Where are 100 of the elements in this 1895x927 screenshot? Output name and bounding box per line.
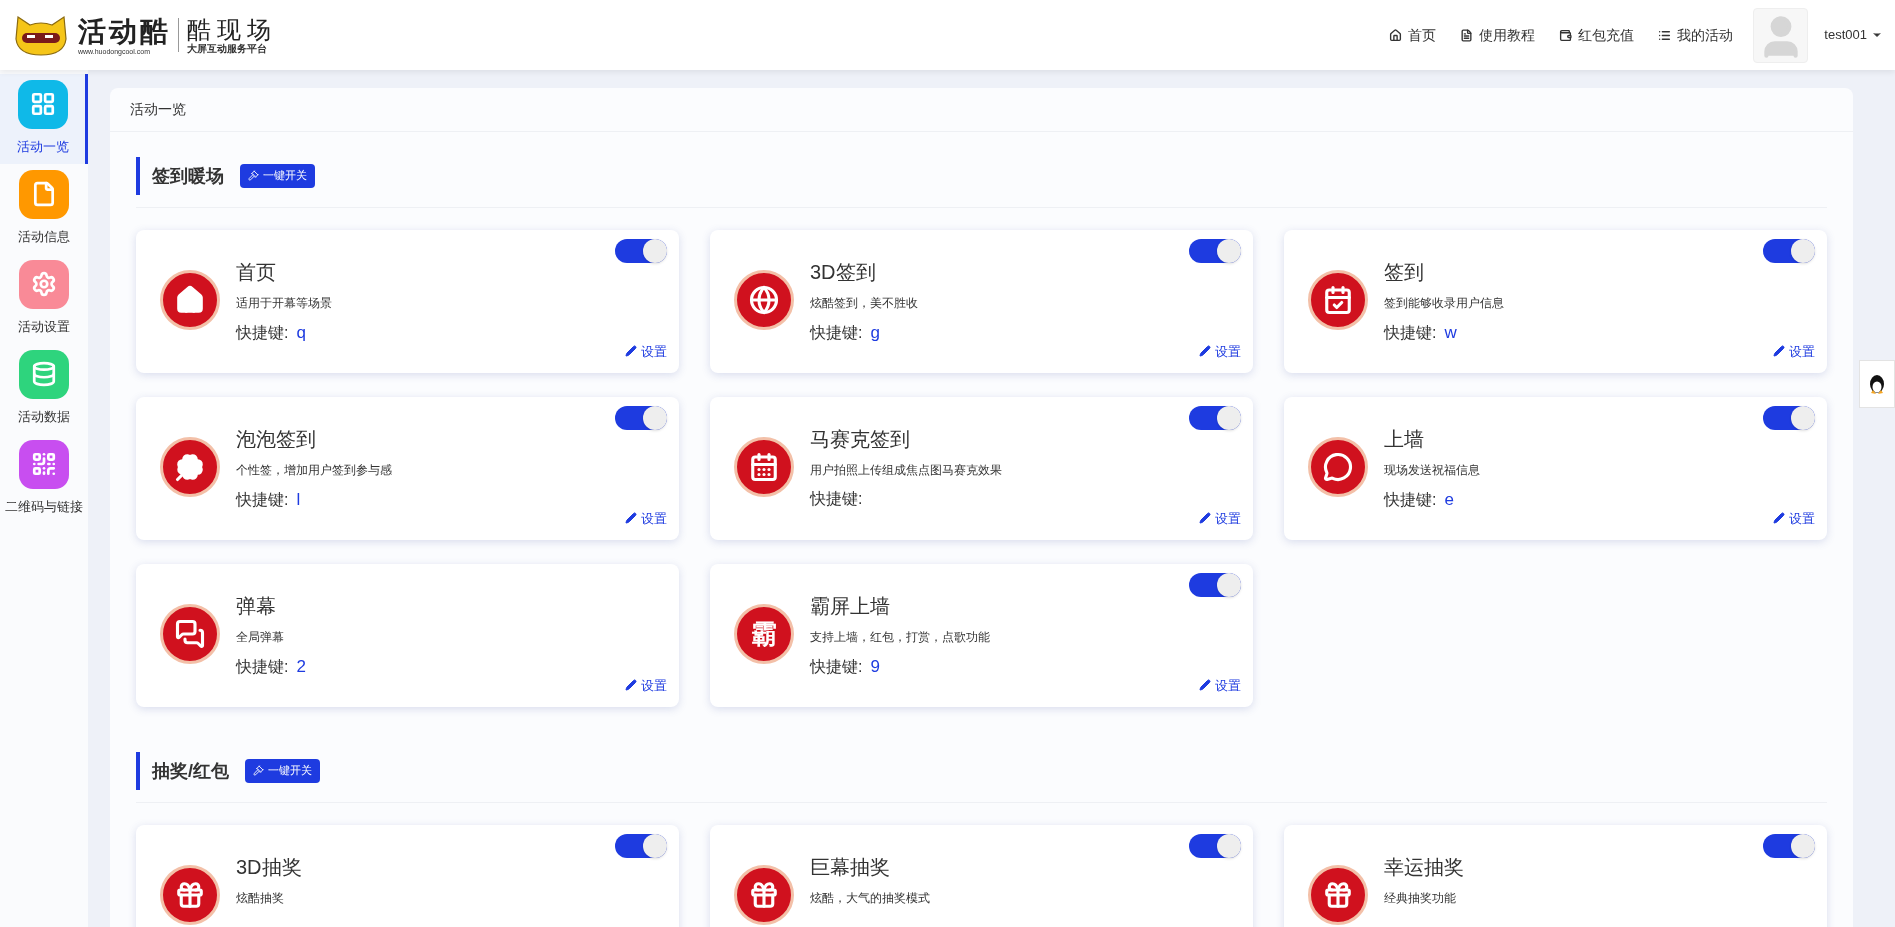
card-title: 马赛克签到: [810, 427, 911, 452]
house-icon: [1389, 28, 1403, 42]
pencil-icon: [1199, 345, 1211, 358]
toggle-switch[interactable]: [1763, 834, 1815, 858]
list-icon: [1658, 28, 1672, 42]
shortcut-label: 快捷键:: [236, 323, 289, 343]
gavel-icon: [248, 170, 259, 181]
pencil-icon: [1773, 345, 1785, 358]
shortcut-label: 快捷键:: [810, 323, 863, 343]
card-description: 经典抽奖功能: [1384, 890, 1457, 907]
card-title: 泡泡签到: [236, 427, 317, 452]
shortcut-label: 快捷键:: [1384, 490, 1437, 510]
shortcut-label: 快捷键:: [236, 657, 289, 677]
sidebar-item[interactable]: 活动数据: [0, 344, 88, 434]
card-title: 弹幕: [236, 594, 277, 619]
settings-link[interactable]: 设置: [625, 675, 667, 695]
shortcut-key: e: [1444, 487, 1454, 513]
card-title: 幸运抽奖: [1384, 855, 1464, 880]
settings-link[interactable]: 设置: [1199, 675, 1241, 695]
pencil-icon: [1199, 679, 1211, 692]
sidebar-item[interactable]: 活动一览: [0, 74, 88, 164]
card-description: 炫酷，大气的抽奖模式: [810, 890, 930, 907]
pencil-icon: [1773, 512, 1785, 525]
calendar-check-icon: [1308, 270, 1368, 330]
card-title: 3D签到: [810, 260, 877, 285]
gear-icon: [19, 260, 69, 309]
settings-link[interactable]: 设置: [1199, 341, 1241, 361]
card-title: 3D抽奖: [236, 855, 302, 880]
sidebar-item[interactable]: 二维码与链接: [0, 434, 88, 524]
sidebar-label: 活动设置: [18, 317, 70, 336]
sidebar-item[interactable]: 活动信息: [0, 164, 88, 254]
toggle-all-button[interactable]: 一键开关: [240, 163, 315, 188]
toggle-switch[interactable]: [1189, 834, 1241, 858]
nav-link[interactable]: 首页: [1389, 24, 1437, 46]
card-description: 支持上墙，红包，打赏，点歌功能: [810, 629, 990, 646]
sidebar-label: 活动一览: [16, 137, 69, 156]
pencil-icon: [625, 679, 637, 692]
database-icon: [19, 350, 69, 399]
shortcut-key: g: [870, 320, 880, 346]
product-tagline: 大屏互动服务平台: [187, 44, 269, 54]
card-title: 签到: [1384, 260, 1425, 285]
document-icon: [1460, 28, 1474, 42]
shortcut-key: w: [1444, 320, 1457, 346]
shortcut-label: 快捷键:: [810, 489, 863, 509]
sidebar-item[interactable]: 活动设置: [0, 254, 88, 344]
pencil-icon: [625, 345, 637, 358]
card-description: 全局弹幕: [236, 629, 285, 646]
card-description: 炫酷抽奖: [236, 890, 285, 907]
toggle-switch[interactable]: [615, 406, 667, 430]
settings-link[interactable]: 设置: [625, 341, 667, 361]
panel-title: 活动一览: [130, 100, 186, 119]
calendar-icon: [734, 437, 794, 497]
toggle-switch[interactable]: [1763, 239, 1815, 263]
pencil-icon: [1199, 512, 1211, 525]
toggle-switch[interactable]: [615, 834, 667, 858]
card-description: 用户拍照上传组成焦点图马赛克效果: [810, 462, 1002, 479]
speech-bubble-icon: [1308, 437, 1368, 497]
grid-icon: [17, 80, 68, 129]
card-description: 现场发送祝福信息: [1384, 462, 1480, 479]
toggle-switch[interactable]: [1189, 239, 1241, 263]
shortcut-label: 快捷键:: [1384, 323, 1437, 343]
settings-link[interactable]: 设置: [1773, 508, 1815, 528]
card-title: 上墙: [1384, 427, 1425, 452]
cat-logo-icon: [12, 13, 70, 57]
card-title: 霸屏上墙: [810, 594, 891, 619]
toggle-switch[interactable]: [1763, 406, 1815, 430]
nav-link[interactable]: 红包充值: [1559, 24, 1635, 46]
toggle-switch[interactable]: [1189, 573, 1241, 597]
shortcut-key: 9: [870, 654, 880, 680]
sidebar-label: 活动数据: [18, 407, 70, 426]
house-icon: [160, 270, 220, 330]
card-title: 巨幕抽奖: [810, 855, 891, 880]
card-description: 适用于开幕等场景: [236, 295, 332, 312]
wallet-icon: [1559, 28, 1573, 42]
shortcut-key: q: [296, 320, 306, 346]
card-description: 个性签，增加用户签到参与感: [236, 462, 392, 479]
settings-link[interactable]: 设置: [1773, 341, 1815, 361]
globe-icon: [734, 270, 794, 330]
card-description: 炫酷签到，美不胜收: [810, 295, 918, 312]
card-title: 首页: [236, 260, 277, 285]
shortcut-key: l: [296, 487, 301, 513]
chat-float-button[interactable]: [1859, 360, 1895, 408]
sidebar-label: 活动信息: [18, 227, 70, 246]
settings-link[interactable]: 设置: [1199, 508, 1241, 528]
product-name: 酷现场: [187, 16, 278, 43]
penguin-icon: [1868, 373, 1886, 395]
user-menu[interactable]: test001: [1824, 25, 1883, 45]
shortcut-label: 快捷键:: [810, 657, 863, 677]
settings-link[interactable]: 设置: [625, 508, 667, 528]
document-icon: [19, 170, 69, 219]
clover-icon: [160, 437, 220, 497]
toggle-switch[interactable]: [615, 239, 667, 263]
section-title: 签到暖场: [136, 156, 224, 195]
brand-name: 活动酷: [78, 15, 171, 48]
nav-link[interactable]: 使用教程: [1460, 24, 1536, 46]
toggle-switch[interactable]: [1189, 406, 1241, 430]
nav-link[interactable]: 我的活动: [1658, 24, 1734, 46]
badge-icon: 霸: [734, 604, 794, 664]
toggle-all-button[interactable]: 一键开关: [245, 758, 320, 783]
shortcut-key: 2: [296, 654, 306, 680]
